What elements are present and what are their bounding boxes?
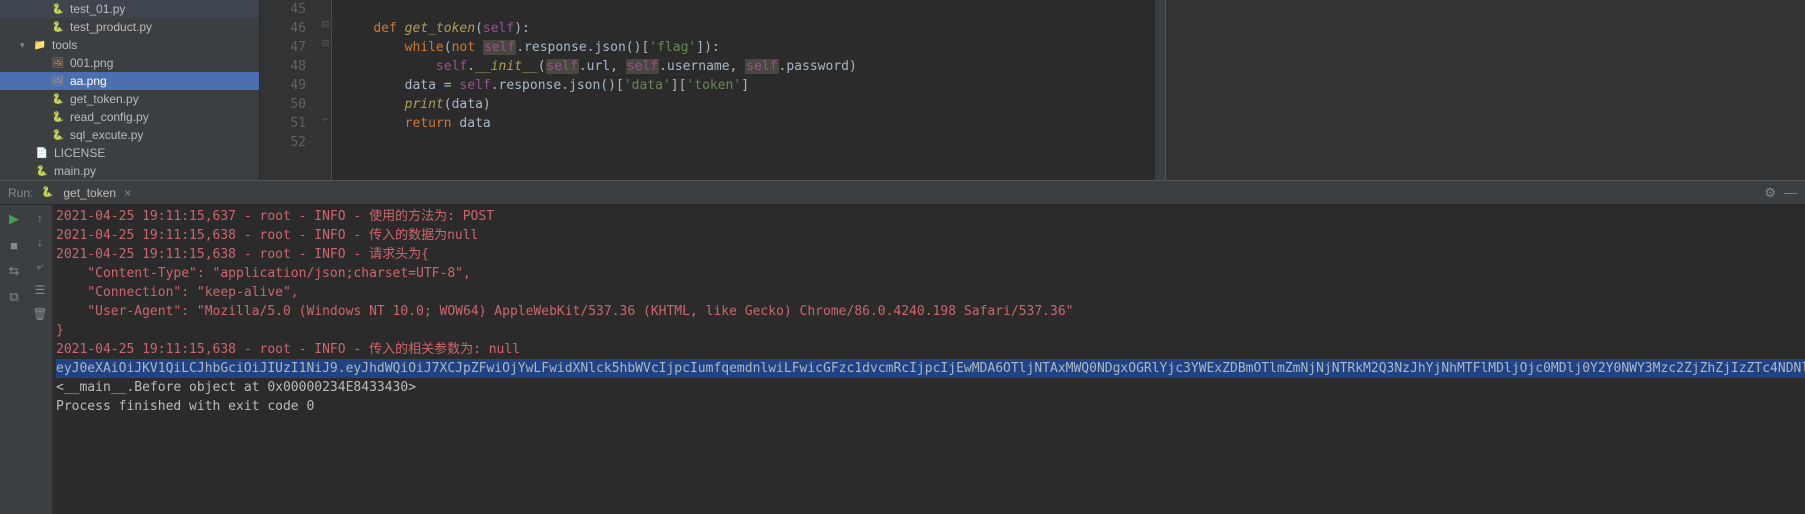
code-area[interactable]: def get_token(self): while(not self.resp… <box>332 0 1155 180</box>
png-file-icon: 🖼 <box>50 73 66 89</box>
run-tab-name: get_token <box>63 186 116 200</box>
code-line-45[interactable] <box>342 0 1155 19</box>
line-gutter: 4546474849505152 <box>260 0 320 180</box>
tree-item-label: main.py <box>54 164 96 178</box>
tree-item-001-png[interactable]: 🖼 001.png <box>0 54 259 72</box>
tree-item-label: test_product.py <box>70 20 152 34</box>
console-output[interactable]: 2021-04-25 19:11:15,637 - root - INFO - … <box>52 205 1805 514</box>
run-tab[interactable]: 🐍 get_token × <box>39 185 131 201</box>
console-line[interactable]: "User-Agent": "Mozilla/5.0 (Windows NT 1… <box>56 302 1801 321</box>
console-line[interactable]: } <box>56 321 1801 340</box>
tree-item-label: test_01.py <box>70 2 125 16</box>
code-line-50[interactable]: print(data) <box>342 95 1155 114</box>
fold-column[interactable]: ⊟⊟⌐ <box>320 0 332 180</box>
close-tab-icon[interactable]: × <box>124 186 131 200</box>
tree-item-tools[interactable]: ▾📁 tools <box>0 36 259 54</box>
soft-wrap-icon[interactable]: ⤶ <box>31 257 49 275</box>
tree-item-test_01-py[interactable]: 🐍 test_01.py <box>0 0 259 18</box>
tree-item-label: 001.png <box>70 56 113 70</box>
project-tree[interactable]: 🐍 test_01.py 🐍 test_product.py ▾📁 tools 🖼 001.p… <box>0 0 260 180</box>
tree-item-LICENSE[interactable]: 📄 LICENSE <box>0 144 259 162</box>
tree-item-label: aa.png <box>70 74 107 88</box>
py-file-icon: 🐍 <box>34 163 50 179</box>
tree-item-sql_excute-py[interactable]: 🐍 sql_excute.py <box>0 126 259 144</box>
tree-item-label: read_config.py <box>70 110 149 124</box>
tree-item-label: tools <box>52 38 77 52</box>
chevron-down-icon[interactable]: ▾ <box>20 40 32 51</box>
py-file-icon: 🐍 <box>50 91 66 107</box>
stop-icon[interactable]: ■ <box>4 235 24 255</box>
tree-item-label: get_token.py <box>70 92 139 106</box>
console-line[interactable]: Process finished with exit code 0 <box>56 397 1801 416</box>
selected-token-output[interactable]: eyJ0eXAiOiJKV1QiLCJhbGciOiJIUzI1NiJ9.eyJ… <box>56 359 1805 378</box>
py-file-icon: 🐍 <box>50 19 66 35</box>
png-file-icon: 🖼 <box>50 55 66 71</box>
scroll-down-icon[interactable]: ↓ <box>31 233 49 251</box>
clear-icon[interactable]: 🗑 <box>31 305 49 323</box>
console-line[interactable]: 2021-04-25 19:11:15,638 - root - INFO - … <box>56 245 1801 264</box>
python-icon: 🐍 <box>39 185 55 201</box>
py-file-icon: 🐍 <box>50 127 66 143</box>
code-line-49[interactable]: data = self.response.json()['data']['tok… <box>342 76 1155 95</box>
txt-file-icon: 📄 <box>34 145 50 161</box>
code-line-51[interactable]: return data <box>342 114 1155 133</box>
pin-icon[interactable]: ⧉ <box>4 287 24 307</box>
console-line[interactable]: 2021-04-25 19:11:15,637 - root - INFO - … <box>56 207 1801 226</box>
tree-item-label: LICENSE <box>54 146 105 160</box>
tree-item-test_product-py[interactable]: 🐍 test_product.py <box>0 18 259 36</box>
console-line[interactable]: "Connection": "keep-alive", <box>56 283 1801 302</box>
console-line[interactable]: "Content-Type": "application/json;charse… <box>56 264 1801 283</box>
tree-item-aa-png[interactable]: 🖼 aa.png <box>0 72 259 90</box>
code-line-52[interactable] <box>342 133 1155 152</box>
console-line[interactable]: <__main__.Before object at 0x00000234E84… <box>56 378 1801 397</box>
py-file-icon: 🐍 <box>50 1 66 17</box>
run-label: Run: <box>8 186 33 200</box>
run-toolbar-secondary: ↑ ↓ ⤶ ☰ 🗑 <box>28 205 52 514</box>
code-editor[interactable]: 4546474849505152 ⊟⊟⌐ def get_token(self)… <box>260 0 1805 180</box>
console-line[interactable]: 2021-04-25 19:11:15,638 - root - INFO - … <box>56 340 1801 359</box>
run-header: Run: 🐍 get_token × ⚙ — <box>0 181 1805 205</box>
console-line[interactable]: eyJ0eXAiOiJKV1QiLCJhbGciOiJIUzI1NiJ9.eyJ… <box>56 359 1801 378</box>
print-icon[interactable]: ☰ <box>31 281 49 299</box>
folder-file-icon: 📁 <box>32 37 48 53</box>
tree-item-read_config-py[interactable]: 🐍 read_config.py <box>0 108 259 126</box>
minimize-icon[interactable]: — <box>1784 185 1797 201</box>
py-file-icon: 🐍 <box>50 109 66 125</box>
editor-right-margin <box>1165 0 1805 180</box>
code-line-46[interactable]: def get_token(self): <box>342 19 1155 38</box>
tree-item-main-py[interactable]: 🐍 main.py <box>0 162 259 180</box>
run-toolbar-primary: ▶ ■ ⇆ ⧉ <box>0 205 28 514</box>
scroll-up-icon[interactable]: ↑ <box>31 209 49 227</box>
console-line[interactable]: 2021-04-25 19:11:15,638 - root - INFO - … <box>56 226 1801 245</box>
code-line-48[interactable]: self.__init__(self.url, self.username, s… <box>342 57 1155 76</box>
tree-item-label: sql_excute.py <box>70 128 143 142</box>
layout-icon[interactable]: ⇆ <box>4 261 24 281</box>
code-line-47[interactable]: while(not self.response.json()['flag']): <box>342 38 1155 57</box>
rerun-icon[interactable]: ▶ <box>4 209 24 229</box>
gear-icon[interactable]: ⚙ <box>1764 185 1776 201</box>
tree-item-get_token-py[interactable]: 🐍 get_token.py <box>0 90 259 108</box>
editor-scrollbar[interactable] <box>1155 0 1165 180</box>
run-tool-window: Run: 🐍 get_token × ⚙ — ▶ ■ ⇆ ⧉ ↑ ↓ ⤶ ☰ 🗑… <box>0 180 1805 514</box>
